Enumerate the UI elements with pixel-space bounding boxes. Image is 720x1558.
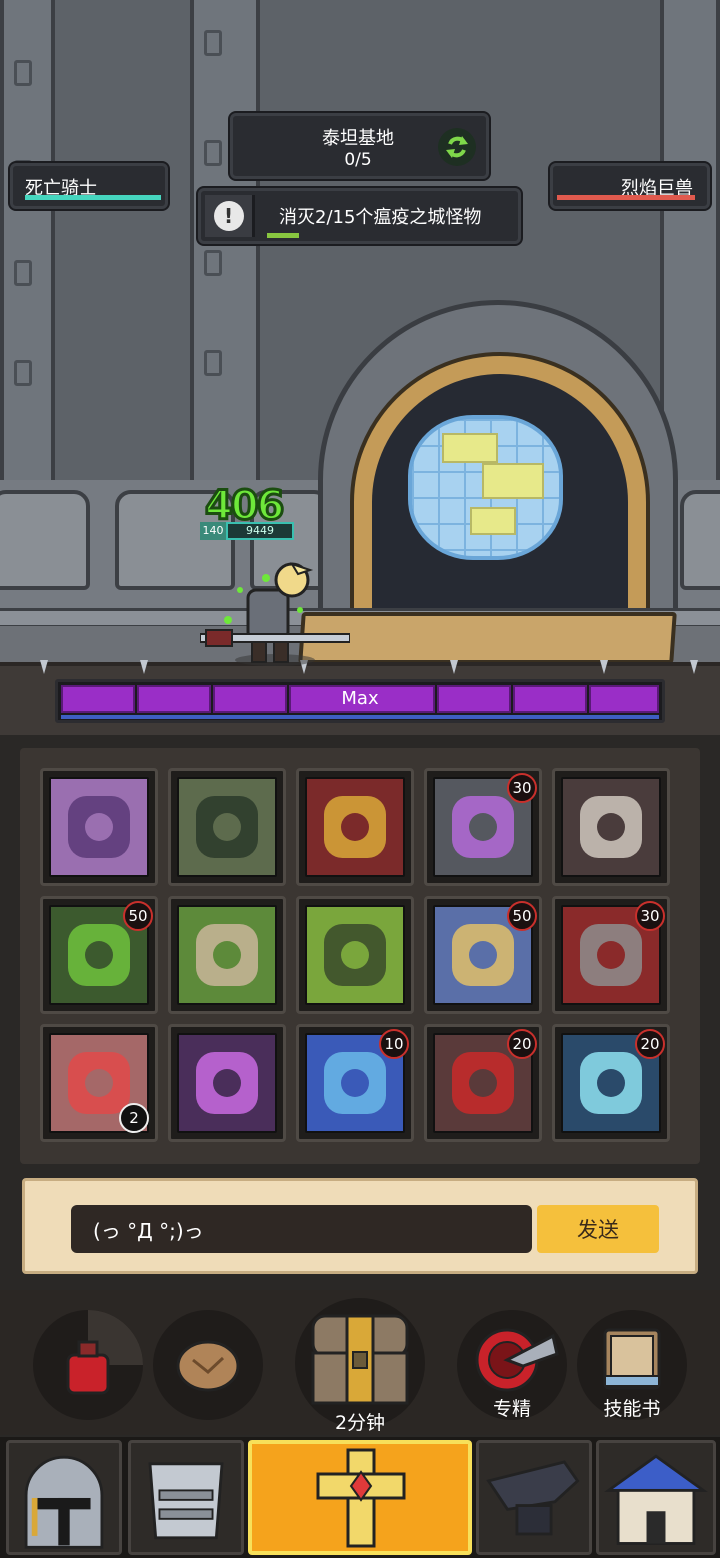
demon-armor-icon: [305, 777, 405, 877]
skill-slot[interactable]: [296, 896, 414, 1014]
nav-town[interactable]: [596, 1440, 716, 1555]
hero-hp-bar: 9449: [226, 522, 294, 540]
portal-orb-icon[interactable]: [408, 415, 563, 560]
skill-slot[interactable]: [296, 768, 414, 886]
quest-alert: !: [205, 195, 255, 237]
chat-panel: 发送: [22, 1178, 698, 1274]
skill-slot[interactable]: [40, 768, 158, 886]
skill-slot[interactable]: 10: [296, 1024, 414, 1142]
skill-slot[interactable]: [168, 768, 286, 886]
skill-slot[interactable]: 50: [40, 896, 158, 1014]
chat-input[interactable]: [71, 1205, 532, 1253]
grave-hand-icon: [177, 777, 277, 877]
bread-button[interactable]: [153, 1310, 263, 1420]
skill-slot[interactable]: 50: [424, 896, 542, 1014]
purple-vortex-icon: [177, 1033, 277, 1133]
nav-anvil[interactable]: [476, 1440, 592, 1555]
town-icon: [604, 1454, 708, 1545]
potion-button[interactable]: [33, 1310, 143, 1420]
enemy-hp-bar: [557, 195, 695, 200]
nav-helmet[interactable]: [6, 1440, 122, 1555]
mastery-label: 专精: [492, 1398, 531, 1420]
skill-slot[interactable]: [168, 1024, 286, 1142]
helmet-icon: [24, 1455, 104, 1549]
player-nameplate: 死亡骑士: [10, 163, 168, 209]
nav-armor[interactable]: [128, 1440, 244, 1555]
icicle: [450, 660, 458, 674]
bread-icon: [176, 1340, 240, 1392]
max-power-bar: Max: [55, 679, 665, 723]
ghoul-icon: [177, 905, 277, 1005]
skill-level-badge: 50: [123, 901, 153, 931]
skill-slot[interactable]: 30: [424, 768, 542, 886]
pillar: [0, 0, 55, 510]
skill-slot[interactable]: 20: [424, 1024, 542, 1142]
skill-count-badge: 2: [119, 1103, 149, 1133]
hero-level: 140: [200, 522, 226, 540]
player-hp-bar: [25, 195, 161, 200]
skill-level-badge: 20: [635, 1029, 665, 1059]
quest-progress-bar: [267, 233, 299, 238]
hero-knight-icon: [200, 562, 350, 666]
skill-slot[interactable]: [168, 896, 286, 1014]
quest-text: 消灭2/15个瘟疫之城怪物: [279, 207, 482, 228]
skill-slot[interactable]: 20: [552, 1024, 670, 1142]
stone-block: [0, 490, 90, 590]
skill-level-badge: 20: [507, 1029, 537, 1059]
send-button[interactable]: 发送: [537, 1205, 659, 1253]
skill-slot[interactable]: 2: [40, 1024, 158, 1142]
potion-icon: [66, 1310, 143, 1395]
quest-panel[interactable]: ! 消灭2/15个瘟疫之城怪物: [198, 188, 521, 244]
skill-level-badge: 50: [507, 901, 537, 931]
wooden-ramp: [298, 612, 677, 664]
screaming-skull-icon: [561, 777, 661, 877]
refresh-button[interactable]: [438, 128, 476, 166]
icicle: [40, 660, 48, 674]
cross-icon: [316, 1448, 406, 1548]
pillar: [190, 0, 260, 510]
armor-icon: [148, 1462, 224, 1540]
stone-block: [680, 490, 720, 590]
skillbook-label: 技能书: [603, 1398, 661, 1420]
stage-panel: 泰坦基地 0/5: [230, 113, 489, 179]
anvil-icon: [486, 1460, 580, 1536]
alert-icon: !: [213, 201, 244, 231]
battle-scene: 死亡骑士 烈焰巨兽 泰坦基地 0/5 ! 消灭2/15个瘟疫之城怪物 406 1…: [0, 0, 720, 735]
icicle: [600, 660, 608, 674]
skill-level-badge: 30: [635, 901, 665, 931]
refresh-icon: [446, 136, 468, 158]
icicle: [140, 660, 148, 674]
nav-main[interactable]: [248, 1440, 472, 1555]
enemy-nameplate: 烈焰巨兽: [550, 163, 710, 209]
dragon-head-icon: [305, 905, 405, 1005]
skill-level-badge: 10: [379, 1029, 409, 1059]
skill-slot[interactable]: [552, 768, 670, 886]
bottom-nav: [0, 1437, 720, 1558]
skull-swarm-icon: [49, 777, 149, 877]
max-label: Max: [341, 688, 379, 709]
icicle: [690, 660, 698, 674]
skill-slot[interactable]: 30: [552, 896, 670, 1014]
chest-timer: 2分钟: [334, 1412, 386, 1434]
skill-level-badge: 30: [507, 773, 537, 803]
max-sub-bar: [61, 715, 659, 719]
skill-grid: 30 50 50 30 2 10 20 20: [20, 748, 700, 1164]
